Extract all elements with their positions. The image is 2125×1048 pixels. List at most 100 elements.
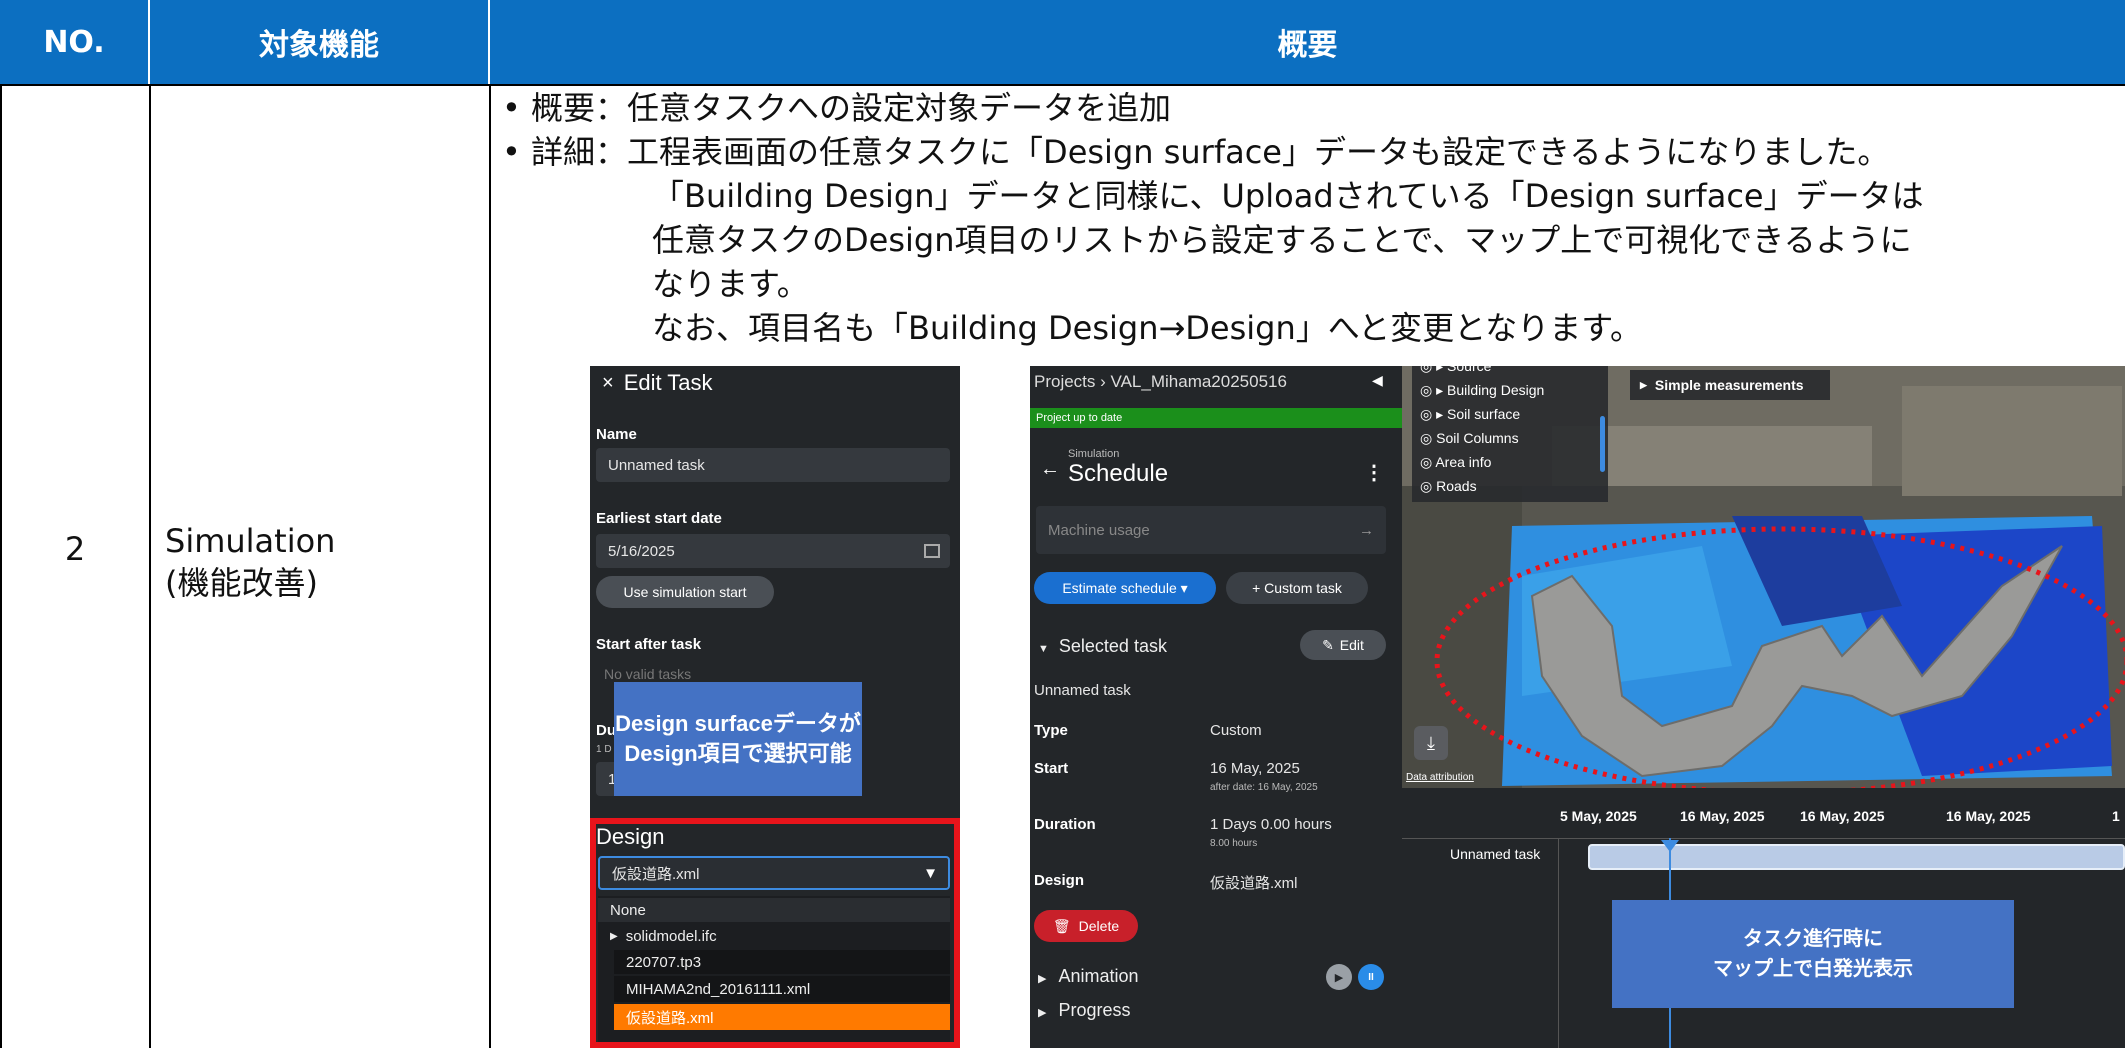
header-no: NO. <box>0 0 150 84</box>
edit-button[interactable]: ✎ Edit <box>1300 630 1386 660</box>
timeline-date-3: 16 May, 2025 <box>1800 808 1885 824</box>
progress-label: Progress <box>1058 1000 1131 1020</box>
dropdown-option-kasetsu[interactable]: 仮設道路.xml <box>614 1004 950 1030</box>
design-surface-callout: Design surfaceデータが Design項目で選択可能 <box>614 682 862 796</box>
name-input[interactable]: Unnamed task <box>596 448 950 482</box>
estimate-schedule-button[interactable]: Estimate schedule ▾ <box>1034 572 1216 604</box>
selected-task-label: Selected task <box>1058 636 1167 656</box>
design-dropdown-list: None ▶ solidmodel.ifc 220707.tp3 MIHAMA2… <box>598 896 950 1042</box>
timeline-divider <box>1402 838 2125 839</box>
edit-button-label: Edit <box>1339 637 1364 653</box>
dropdown-option-solidmodel-label: solidmodel.ifc <box>625 927 717 945</box>
type-value: Custom <box>1210 722 1262 739</box>
header-target: 対象機能 <box>150 0 490 84</box>
duration-sub-partial: 1 D <box>596 744 612 755</box>
task-progress-callout: タスク進行時に マップ上で白発光表示 <box>1612 900 2014 1008</box>
delete-button[interactable]: 🗑 Delete <box>1034 910 1138 942</box>
edit-task-panel: × Edit Task Name Unnamed task Earliest s… <box>590 366 960 1048</box>
timeline-panel: 5 May, 2025 16 May, 2025 16 May, 2025 16… <box>1402 788 2125 1048</box>
collapse-arrow-icon[interactable]: ◀ <box>1372 372 1383 389</box>
layer-building-design[interactable]: ◎ ▸ Building Design <box>1420 382 1544 399</box>
duration-label: Duration <box>1034 816 1096 833</box>
dropdown-option-mihama[interactable]: MIHAMA2nd_20161111.xml <box>614 976 950 1002</box>
pause-icon[interactable]: II <box>1358 964 1384 990</box>
duration-value: 1 Days 0.00 hours <box>1210 816 1332 833</box>
more-menu-icon[interactable]: ⋮ <box>1364 460 1384 485</box>
timeline-label-column <box>1558 838 1559 1048</box>
header-summary: 概要 <box>490 0 2125 84</box>
edit-task-header: × Edit Task <box>602 370 713 396</box>
layer-source[interactable]: ◎ ▸ Source <box>1420 366 1491 375</box>
design-surface-callout-line1: Design surfaceデータが <box>615 711 861 736</box>
table-divider-2 <box>489 84 491 1048</box>
delete-button-label: Delete <box>1078 918 1120 934</box>
eye-icon: ◎ ▸ <box>1420 382 1448 398</box>
close-icon[interactable]: × <box>602 372 614 395</box>
layer-roads-label: Roads <box>1436 478 1477 494</box>
summary-bullet-1: • 概要：任意タスクへの設定対象データを追加 <box>502 89 1172 127</box>
machine-usage-row[interactable]: Machine usage → <box>1036 506 1386 554</box>
design-select-value: 仮設道路.xml <box>612 865 700 883</box>
timeline-date-2: 16 May, 2025 <box>1680 808 1765 824</box>
task-progress-callout-line2: マップ上で白発光表示 <box>1713 958 1913 980</box>
timeline-cursor-handle[interactable] <box>1661 840 1679 852</box>
eye-icon: ◎ <box>1420 454 1436 470</box>
download-icon[interactable]: ⤓ <box>1414 726 1448 760</box>
custom-task-button[interactable]: + Custom task <box>1226 572 1368 604</box>
caret-down-icon: ▼ <box>1038 643 1049 655</box>
row-target: Simulation (機能改善) <box>165 520 335 604</box>
schedule-title: Schedule <box>1068 460 1169 487</box>
caret-right-icon: ▶ <box>1038 973 1047 985</box>
layer-source-label: Source <box>1447 366 1492 374</box>
eye-icon: ◎ ▸ <box>1420 366 1448 374</box>
summary-detail-2: 任意タスクのDesign項目のリストから設定することで、マップ上で可視化できるよ… <box>652 221 1912 259</box>
chevron-down-icon[interactable]: ▼ <box>923 865 938 882</box>
machine-usage-label: Machine usage <box>1048 521 1150 539</box>
tree-expand-icon[interactable]: ▶ <box>610 931 618 942</box>
layer-scrollbar[interactable] <box>1600 416 1605 472</box>
breadcrumb[interactable]: Projects › VAL_Mihama20250516 <box>1034 372 1287 392</box>
animation-row[interactable]: ▶ Animation <box>1038 966 1139 987</box>
summary-bullet-2: • 詳細：工程表画面の任意タスクに「Design surface」データも設定で… <box>502 133 1890 171</box>
design-select[interactable]: 仮設道路.xml ▼ <box>598 856 950 890</box>
data-attribution-link[interactable]: Data attribution <box>1406 772 1474 783</box>
dropdown-option-none[interactable]: None <box>598 898 950 922</box>
schedule-panel: Projects › VAL_Mihama20250516 ◀ Project … <box>1030 366 1402 1048</box>
layer-soil-columns[interactable]: ◎ Soil Columns <box>1420 430 1519 447</box>
task-progress-callout-line1: タスク進行時に <box>1743 928 1883 950</box>
earliest-start-value: 5/16/2025 <box>608 542 675 560</box>
eye-icon: ◎ <box>1420 430 1437 446</box>
layer-area-info[interactable]: ◎ Area info <box>1420 454 1491 471</box>
design-row-value: 仮設道路.xml <box>1210 875 1298 892</box>
start-after-task-label: Start after task <box>596 636 702 653</box>
map-view[interactable]: ◎ ▸ Source ◎ ▸ Building Design ◎ ▸ Soil … <box>1402 366 2125 788</box>
layer-soil-columns-label: Soil Columns <box>1436 430 1519 446</box>
layer-area-info-label: Area info <box>1435 454 1492 470</box>
layer-roads[interactable]: ◎ Roads <box>1420 478 1477 495</box>
use-simulation-start-button[interactable]: Use simulation start <box>596 576 774 608</box>
layer-list: ◎ ▸ Source ◎ ▸ Building Design ◎ ▸ Soil … <box>1412 366 1608 502</box>
timeline-task-label: Unnamed task <box>1450 846 1541 862</box>
duration-sub: 8.00 hours <box>1210 838 1258 849</box>
type-label: Type <box>1034 722 1068 739</box>
row-target-line2: (機能改善) <box>165 564 318 602</box>
timeline-date-1: 5 May, 2025 <box>1560 808 1637 824</box>
dropdown-option-solidmodel[interactable]: ▶ solidmodel.ifc <box>598 924 950 948</box>
section-small-label: Simulation <box>1068 448 1120 460</box>
start-after-task-value[interactable]: No valid tasks <box>604 666 691 682</box>
arrow-right-icon: → <box>1359 521 1374 539</box>
simple-measurements-panel[interactable]: ▶ Simple measurements <box>1630 370 1830 400</box>
edit-task-title: Edit Task <box>623 370 713 395</box>
layer-soil-surface[interactable]: ◎ ▸ Soil surface <box>1420 406 1520 423</box>
simple-measurements-label: Simple measurements <box>1654 377 1804 393</box>
back-arrow-icon[interactable]: ← <box>1040 458 1060 481</box>
play-icon[interactable]: ▶ <box>1326 964 1352 990</box>
row-number: 2 <box>64 530 86 568</box>
calendar-icon[interactable] <box>924 544 940 558</box>
timeline-date-4: 16 May, 2025 <box>1946 808 2031 824</box>
progress-row[interactable]: ▶ Progress <box>1038 1000 1131 1021</box>
earliest-start-input[interactable]: 5/16/2025 <box>596 534 950 568</box>
selected-task-header[interactable]: ▼ Selected task <box>1038 636 1167 657</box>
dropdown-option-tp3[interactable]: 220707.tp3 <box>614 950 950 974</box>
caret-right-icon-2: ▶ <box>1038 1007 1047 1019</box>
